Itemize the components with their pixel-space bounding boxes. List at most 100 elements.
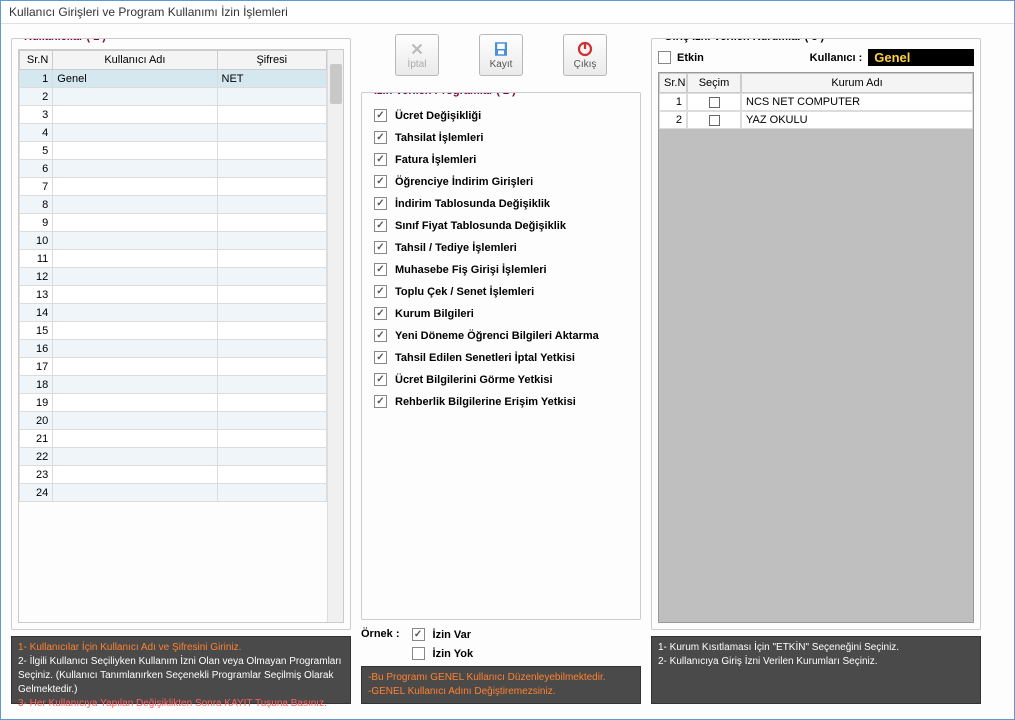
cell-name[interactable]	[53, 124, 217, 142]
cell-name[interactable]	[53, 430, 217, 448]
program-checkbox[interactable]	[374, 285, 387, 298]
cell-pwd[interactable]	[217, 268, 327, 286]
cell-name[interactable]	[53, 268, 217, 286]
cell-name[interactable]	[53, 340, 217, 358]
table-row[interactable]: 20	[20, 412, 327, 430]
table-row[interactable]: 10	[20, 232, 327, 250]
table-row[interactable]: 18	[20, 376, 327, 394]
program-checkbox[interactable]	[374, 153, 387, 166]
active-checkbox[interactable]	[658, 51, 671, 64]
table-row[interactable]: 3	[20, 106, 327, 124]
table-row[interactable]: 15	[20, 322, 327, 340]
cell-name[interactable]	[53, 448, 217, 466]
users-scrollbar[interactable]	[327, 50, 343, 622]
program-checkbox[interactable]	[374, 131, 387, 144]
table-row[interactable]: 24	[20, 484, 327, 502]
cell-pwd[interactable]	[217, 322, 327, 340]
inst-select-box[interactable]	[709, 115, 720, 126]
cell-pwd[interactable]	[217, 304, 327, 322]
cell-pwd[interactable]	[217, 358, 327, 376]
cell-pwd[interactable]	[217, 412, 327, 430]
table-row[interactable]: 16	[20, 340, 327, 358]
cell-name[interactable]	[53, 358, 217, 376]
program-checkbox[interactable]	[374, 351, 387, 364]
table-row[interactable]: 5	[20, 142, 327, 160]
cell-pwd[interactable]	[217, 394, 327, 412]
cell-name[interactable]	[53, 286, 217, 304]
cell-pwd[interactable]	[217, 430, 327, 448]
table-row[interactable]: 1GenelNET	[20, 70, 327, 88]
cell-pwd[interactable]	[217, 196, 327, 214]
cell-pwd[interactable]	[217, 160, 327, 178]
table-row[interactable]: 13	[20, 286, 327, 304]
table-row[interactable]: 21	[20, 430, 327, 448]
cell-name[interactable]	[53, 484, 217, 502]
cell-pwd[interactable]	[217, 376, 327, 394]
cell-name[interactable]	[53, 322, 217, 340]
program-checkbox[interactable]	[374, 241, 387, 254]
cell-pwd[interactable]	[217, 214, 327, 232]
cell-name[interactable]	[53, 412, 217, 430]
table-row[interactable]: 17	[20, 358, 327, 376]
program-checkbox[interactable]	[374, 219, 387, 232]
cell-pwd[interactable]	[217, 178, 327, 196]
program-checkbox[interactable]	[374, 307, 387, 320]
cell-name[interactable]	[53, 160, 217, 178]
cell-name[interactable]	[53, 394, 217, 412]
cell-pwd[interactable]	[217, 466, 327, 484]
cell-name[interactable]	[53, 106, 217, 124]
cell-name[interactable]	[53, 376, 217, 394]
cell-pwd[interactable]	[217, 232, 327, 250]
table-row[interactable]: 8	[20, 196, 327, 214]
program-checkbox[interactable]	[374, 373, 387, 386]
inst-cell-sec[interactable]	[687, 111, 741, 129]
inst-row[interactable]: 2YAZ OKULU	[659, 111, 973, 129]
table-row[interactable]: 6	[20, 160, 327, 178]
cell-name[interactable]	[53, 214, 217, 232]
exit-button[interactable]: Çıkış	[563, 34, 607, 76]
cell-name[interactable]	[53, 142, 217, 160]
cell-pwd[interactable]	[217, 88, 327, 106]
cell-name[interactable]	[53, 88, 217, 106]
cell-name[interactable]	[53, 196, 217, 214]
cell-pwd[interactable]	[217, 286, 327, 304]
program-checkbox[interactable]	[374, 109, 387, 122]
table-row[interactable]: 12	[20, 268, 327, 286]
program-checkbox[interactable]	[374, 263, 387, 276]
toolbar: İptal Kayıt Çıkış	[361, 30, 641, 84]
cell-name[interactable]	[53, 178, 217, 196]
program-checkbox[interactable]	[374, 175, 387, 188]
program-checkbox[interactable]	[374, 329, 387, 342]
cell-pwd[interactable]	[217, 142, 327, 160]
save-button[interactable]: Kayıt	[479, 34, 523, 76]
cell-name[interactable]	[53, 304, 217, 322]
table-row[interactable]: 9	[20, 214, 327, 232]
users-table-scroll[interactable]: Sr.N Kullanıcı Adı Şifresi 1GenelNET2345…	[19, 50, 327, 622]
cell-pwd[interactable]	[217, 484, 327, 502]
cell-pwd[interactable]	[217, 340, 327, 358]
cancel-button[interactable]: İptal	[395, 34, 439, 76]
inst-col-sec: Seçim	[687, 73, 741, 93]
inst-select-box[interactable]	[709, 97, 720, 108]
cell-name[interactable]: Genel	[53, 70, 217, 88]
cell-name[interactable]	[53, 232, 217, 250]
cell-name[interactable]	[53, 466, 217, 484]
cell-pwd[interactable]	[217, 448, 327, 466]
table-row[interactable]: 4	[20, 124, 327, 142]
program-checkbox[interactable]	[374, 197, 387, 210]
program-checkbox[interactable]	[374, 395, 387, 408]
cell-pwd[interactable]	[217, 124, 327, 142]
cell-pwd[interactable]: NET	[217, 70, 327, 88]
cell-pwd[interactable]	[217, 250, 327, 268]
inst-cell-sec[interactable]	[687, 93, 741, 111]
table-row[interactable]: 23	[20, 466, 327, 484]
table-row[interactable]: 7	[20, 178, 327, 196]
table-row[interactable]: 22	[20, 448, 327, 466]
inst-row[interactable]: 1NCS NET COMPUTER	[659, 93, 973, 111]
table-row[interactable]: 14	[20, 304, 327, 322]
table-row[interactable]: 2	[20, 88, 327, 106]
table-row[interactable]: 19	[20, 394, 327, 412]
cell-pwd[interactable]	[217, 106, 327, 124]
table-row[interactable]: 11	[20, 250, 327, 268]
cell-name[interactable]	[53, 250, 217, 268]
